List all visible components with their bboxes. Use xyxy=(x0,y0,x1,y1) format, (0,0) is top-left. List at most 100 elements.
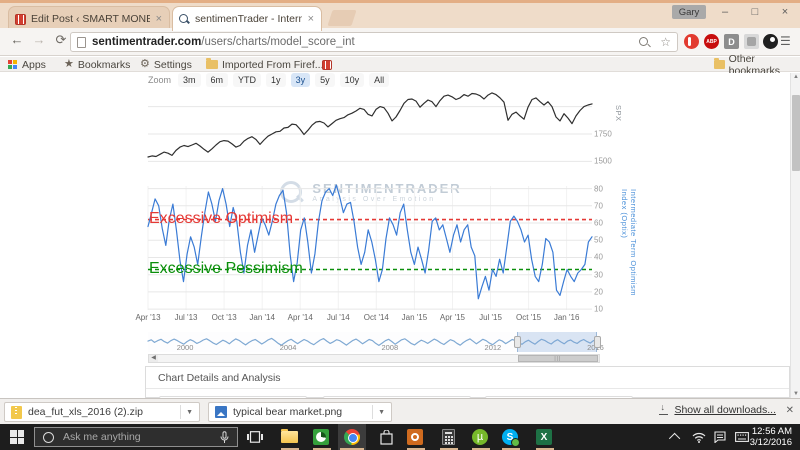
bookmark-star-icon[interactable]: ☆ xyxy=(660,37,671,48)
download-item-image[interactable]: typical bear market.png ▼ xyxy=(208,402,392,422)
new-tab-button[interactable] xyxy=(327,10,356,26)
red-bookmark-icon[interactable] xyxy=(322,58,332,71)
chart-details-panel: Chart Details and Analysis xyxy=(145,366,790,398)
x-axis-label: Jul '14 xyxy=(327,313,350,322)
optix-chart[interactable] xyxy=(148,186,592,310)
x-axis-label: Oct '14 xyxy=(364,313,389,322)
y-tick-label: 80 xyxy=(594,184,603,193)
x-axis-labels: Apr '13Jul '13Oct '13Jan '14Apr '14Jul '… xyxy=(148,313,592,323)
utorrent-icon[interactable]: µ xyxy=(471,428,489,446)
tab-sentimentrader[interactable]: sentimenTrader - Intermed × xyxy=(172,6,322,31)
apps-shortcut[interactable]: Apps xyxy=(8,58,46,71)
chrome-menu-icon[interactable]: ☰ xyxy=(780,34,791,48)
tab-close-icon[interactable]: × xyxy=(155,13,163,25)
x-axis-label: Apr '15 xyxy=(440,313,465,322)
outlook-icon[interactable] xyxy=(406,428,424,446)
file-explorer-icon[interactable] xyxy=(280,428,298,446)
d-extension-icon[interactable]: D xyxy=(724,34,739,49)
spx-chart[interactable] xyxy=(148,88,592,180)
site-favicon xyxy=(322,60,332,70)
chrome-icon[interactable] xyxy=(343,428,361,446)
y-tick-label: 20 xyxy=(594,287,603,296)
bookmarks-shortcut[interactable]: ★ Bookmarks xyxy=(64,58,130,71)
x-axis-label: Jul '13 xyxy=(175,313,198,322)
download-filename: dea_fut_xls_2016 (2).zip xyxy=(28,406,174,418)
zoom-range-button-10y[interactable]: 10y xyxy=(340,73,365,87)
other-bookmarks[interactable]: Other bookmarks xyxy=(714,58,800,71)
clock-date: 3/12/2016 xyxy=(750,437,792,448)
y-tick-label: 1500 xyxy=(594,157,612,166)
minimize-button[interactable]: – xyxy=(712,3,738,21)
download-filename: typical bear market.png xyxy=(233,406,366,418)
navigator-year-label: 2000 xyxy=(177,343,194,352)
zoom-range-button-5y[interactable]: 5y xyxy=(315,73,335,87)
zoom-range-button-all[interactable]: All xyxy=(369,73,389,87)
wifi-icon[interactable] xyxy=(692,424,706,450)
x-axis-label: Jan '16 xyxy=(554,313,580,322)
y-tick-label: 10 xyxy=(594,305,603,314)
page-scrollbar[interactable]: ▲ ▼ xyxy=(790,73,800,398)
tab-close-icon[interactable]: × xyxy=(307,13,315,25)
zoom-range-button-ytd[interactable]: YTD xyxy=(233,73,261,87)
pages-extension-icon[interactable] xyxy=(744,34,759,49)
action-center-icon[interactable] xyxy=(714,424,726,450)
settings-shortcut[interactable]: ⚙ Settings xyxy=(140,58,192,71)
cortana-icon xyxy=(43,432,54,443)
green-app-icon[interactable] xyxy=(312,428,330,446)
tab-title: sentimenTrader - Intermed xyxy=(195,13,302,25)
downloads-bar-close-icon[interactable]: ✕ xyxy=(786,405,794,416)
folder-icon xyxy=(714,60,725,69)
scrollbar-thumb[interactable]: ||| xyxy=(518,355,598,362)
forward-button[interactable]: → xyxy=(30,32,48,47)
zoom-range-button-1y[interactable]: 1y xyxy=(266,73,286,87)
chart-scrollbar[interactable]: ◀ ▶ ||| xyxy=(148,354,600,363)
navigator-left-handle[interactable] xyxy=(514,336,521,348)
imported-folder[interactable]: Imported From Firef... xyxy=(206,58,324,71)
skype-icon[interactable]: S xyxy=(501,428,519,446)
red-circle-extension-icon[interactable] xyxy=(684,34,699,49)
x-axis-label: Jan '15 xyxy=(402,313,428,322)
reload-button[interactable]: ⟳ xyxy=(52,32,70,48)
task-view-icon[interactable] xyxy=(246,428,264,446)
start-button[interactable] xyxy=(10,430,25,445)
zoom-range-button-3m[interactable]: 3m xyxy=(178,73,201,87)
page-icon xyxy=(77,37,86,48)
sentimentrader-favicon xyxy=(179,14,190,25)
navigator-right-handle[interactable] xyxy=(594,336,601,348)
download-menu-caret[interactable]: ▼ xyxy=(180,405,193,419)
apps-label: Apps xyxy=(22,59,46,71)
profile-badge[interactable]: Gary xyxy=(672,5,706,19)
tray-expand-icon[interactable] xyxy=(672,424,680,450)
windows-store-icon[interactable] xyxy=(377,428,395,446)
navigator-year-label: 2004 xyxy=(280,343,297,352)
zoom-label: Zoom xyxy=(148,75,171,85)
clock-time: 12:56 AM xyxy=(750,426,792,437)
zoom-range-button-6m[interactable]: 6m xyxy=(206,73,229,87)
scroll-left-arrow[interactable]: ◀ xyxy=(149,355,158,362)
microphone-icon[interactable] xyxy=(220,431,229,444)
show-all-downloads-link[interactable]: Show all downloads... xyxy=(659,404,776,416)
scroll-up-arrow[interactable]: ▲ xyxy=(791,74,800,80)
search-icon[interactable] xyxy=(639,37,650,48)
taskbar-clock[interactable]: 12:56 AM 3/12/2016 xyxy=(750,426,792,448)
scroll-down-arrow[interactable]: ▼ xyxy=(791,391,800,397)
calculator-icon[interactable] xyxy=(439,428,457,446)
browser-titlebar: Edit Post ‹ SMART MONEY × sentimenTrader… xyxy=(0,0,800,28)
zoom-range-button-3y[interactable]: 3y xyxy=(291,73,311,87)
keyboard-icon[interactable] xyxy=(735,424,749,450)
close-button[interactable]: × xyxy=(772,3,798,21)
excel-icon[interactable]: X xyxy=(535,428,553,446)
adblock-plus-extension-icon[interactable]: ABP xyxy=(704,34,719,49)
cortana-search-box[interactable]: Ask me anything xyxy=(34,427,238,447)
navigator-year-label: 2008 xyxy=(381,343,398,352)
y-tick-label: 70 xyxy=(594,201,603,210)
page-scrollbar-thumb[interactable] xyxy=(792,95,800,171)
back-button[interactable]: ← xyxy=(8,32,26,47)
address-bar[interactable]: sentimentrader.com/users/charts/model_sc… xyxy=(70,32,678,52)
y-tick-label: 50 xyxy=(594,236,603,245)
smart-money-favicon xyxy=(15,14,26,25)
download-item-zip[interactable]: dea_fut_xls_2016 (2).zip ▼ xyxy=(4,402,200,422)
dark-circle-extension-icon[interactable] xyxy=(763,34,778,49)
maximize-button[interactable]: □ xyxy=(742,3,768,21)
download-menu-caret[interactable]: ▼ xyxy=(372,405,385,419)
